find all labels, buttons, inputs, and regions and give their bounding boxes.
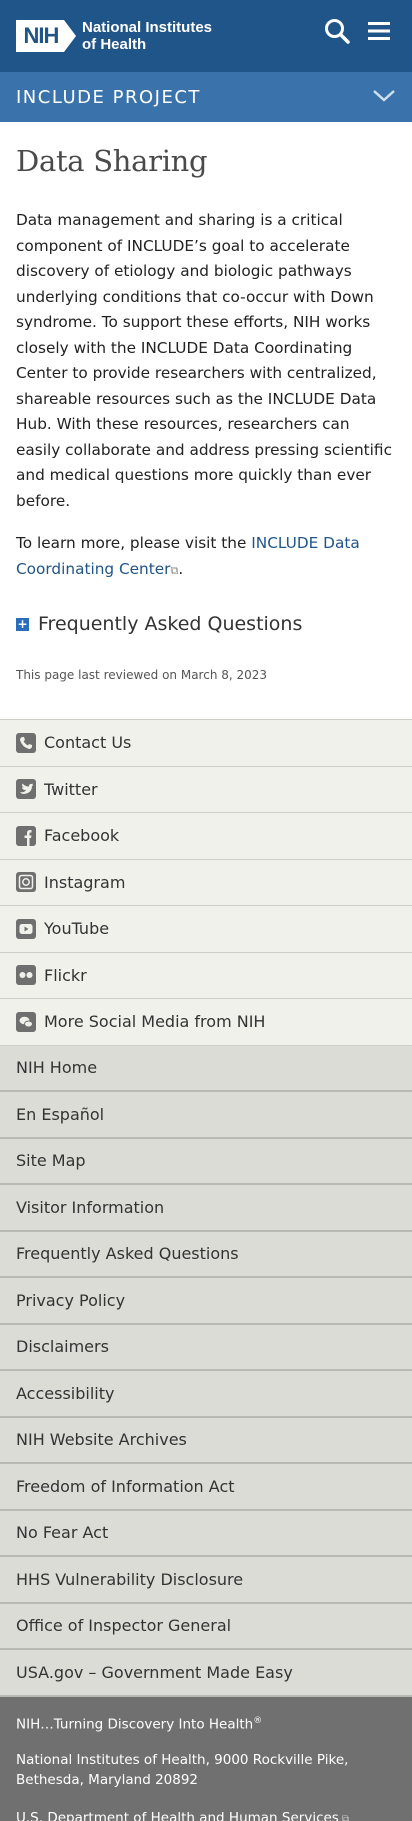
social-label: More Social Media from NIH (44, 1012, 266, 1032)
facebook-icon (16, 825, 36, 846)
address-line-2: Bethesda, Maryland 20892 (16, 1772, 199, 1788)
address: National Institutes of Health, 9000 Rock… (16, 1750, 396, 1790)
social-item-instagram[interactable]: Instagram (0, 860, 412, 906)
social-item-contact[interactable]: Contact Us (0, 720, 412, 767)
last-reviewed: This page last reviewed on March 8, 2023 (16, 668, 268, 682)
chat-icon (16, 1011, 36, 1032)
footer-link-privacy[interactable]: Privacy Policy (0, 1278, 412, 1325)
footer-link-espanol[interactable]: En Español (0, 1092, 412, 1139)
social-label: Twitter (44, 779, 98, 799)
social-label: Instagram (44, 872, 126, 892)
nih-logo[interactable]: NIH National Institutes of Health (16, 19, 212, 53)
plus-icon: + (16, 616, 29, 631)
social-item-facebook[interactable]: Facebook (0, 813, 412, 860)
footer-link-accessibility[interactable]: Accessibility (0, 1371, 412, 1418)
instagram-icon (16, 872, 36, 893)
external-link-icon: ⧉ (338, 1814, 350, 1821)
hhs-link[interactable]: U.S. Department of Health and Human Serv… (16, 1810, 339, 1821)
footer-link-faq[interactable]: Frequently Asked Questions (0, 1232, 412, 1278)
footer-link-nih-home[interactable]: NIH Home (0, 1046, 412, 1092)
footer-link-disclaimers[interactable]: Disclaimers (0, 1325, 412, 1371)
registered-mark: ® (253, 1715, 263, 1726)
site-footer: Contact Us Twitter Facebook Instagram Yo… (0, 719, 412, 1821)
intro-paragraph: Data management and sharing is a critica… (16, 211, 392, 510)
nih-logo-mark: NIH (16, 20, 76, 52)
footer-link-site-map[interactable]: Site Map (0, 1139, 412, 1185)
social-label: YouTube (44, 919, 110, 939)
footer-link-vulnerability[interactable]: HHS Vulnerability Disclosure (0, 1557, 412, 1604)
phone-icon (16, 732, 36, 753)
footer-link-usagov[interactable]: USA.gov – Government Made Easy (0, 1650, 412, 1697)
footer-link-archives[interactable]: NIH Website Archives (0, 1418, 412, 1464)
footer-link-visitor-info[interactable]: Visitor Information (0, 1185, 412, 1232)
logo-line-2: of Health (82, 36, 147, 53)
menu-icon[interactable] (368, 21, 390, 41)
tagline-line: NIH…Turning Discovery Into Health® (16, 1711, 396, 1735)
social-item-flickr[interactable]: Flickr (0, 953, 412, 999)
youtube-icon (16, 918, 36, 939)
main-content: Data Sharing Data management and sharing… (0, 122, 412, 682)
learn-more-suffix: . (178, 559, 184, 578)
section-title: INCLUDE PROJECT (16, 86, 201, 108)
social-label: Facebook (44, 826, 120, 846)
tagline: NIH…Turning Discovery Into Health (16, 1716, 254, 1732)
social-item-youtube[interactable]: YouTube (0, 906, 412, 953)
site-header: NIH National Institutes of Health INCLUD… (0, 0, 412, 122)
hhs-link-wrap: U.S. Department of Health and Human Serv… (16, 1808, 396, 1821)
social-item-twitter[interactable]: Twitter (0, 767, 412, 813)
footer-links: NIH Home En Español Site Map Visitor Inf… (0, 1045, 412, 1697)
footer-bottom: NIH…Turning Discovery Into Health® Natio… (0, 1696, 412, 1821)
header-actions (324, 18, 390, 44)
footer-link-no-fear[interactable]: No Fear Act (0, 1511, 412, 1557)
chevron-down-icon[interactable] (372, 88, 396, 107)
footer-link-foia[interactable]: Freedom of Information Act (0, 1464, 412, 1511)
section-bar[interactable]: INCLUDE PROJECT (0, 72, 412, 122)
top-bar: NIH National Institutes of Health (0, 0, 412, 72)
page-title: Data Sharing (16, 144, 208, 178)
twitter-icon (16, 779, 36, 800)
learn-more-paragraph: To learn more, please visit the INCLUDE … (16, 531, 396, 583)
learn-more-text: To learn more, please visit the (16, 534, 252, 552)
search-icon[interactable] (324, 18, 350, 44)
logo-line-1: National Institutes (82, 19, 213, 36)
nih-logo-text: National Institutes of Health (82, 19, 212, 53)
social-label: Contact Us (44, 733, 132, 753)
social-links: Contact Us Twitter Facebook Instagram Yo… (0, 719, 412, 1046)
address-line-1: National Institutes of Health, 9000 Rock… (16, 1752, 349, 1768)
flickr-icon (16, 965, 36, 986)
faq-toggle[interactable]: + Frequently Asked Questions (16, 613, 396, 635)
social-item-more[interactable]: More Social Media from NIH (0, 999, 412, 1046)
social-label: Flickr (44, 965, 87, 985)
faq-label: Frequently Asked Questions (38, 613, 303, 635)
footer-link-oig[interactable]: Office of Inspector General (0, 1604, 412, 1650)
